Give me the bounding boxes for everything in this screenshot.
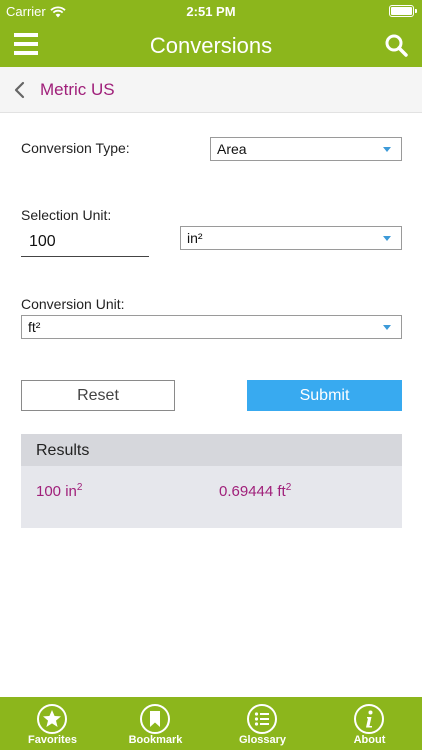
reset-button[interactable]: Reset	[21, 380, 175, 411]
selection-unit-value: in²	[187, 230, 203, 246]
result-input-exponent: 2	[76, 482, 83, 493]
result-input-text: 100 in	[36, 483, 77, 500]
chevron-down-icon	[383, 325, 391, 330]
tab-bookmark-label: Bookmark	[128, 734, 183, 746]
results-header: Results	[21, 434, 402, 466]
selection-value-input[interactable]	[21, 228, 149, 257]
search-icon[interactable]	[384, 33, 408, 57]
results-panel: Results 100 in2 0.69444 ft2	[21, 434, 402, 528]
battery-icon	[389, 5, 417, 17]
result-input-value: 100 in2	[36, 482, 82, 500]
star-icon	[37, 704, 67, 734]
submit-button[interactable]: Submit	[247, 380, 402, 411]
selection-unit-label: Selection Unit:	[21, 207, 112, 223]
conversion-type-value: Area	[217, 141, 247, 157]
tab-favorites-label: Favorites	[28, 734, 77, 746]
tab-bookmark[interactable]: Bookmark	[103, 697, 208, 750]
bookmark-icon	[140, 704, 170, 734]
tab-about-label: About	[353, 734, 386, 746]
conversion-type-select[interactable]: Area	[210, 137, 402, 161]
conversion-type-label: Conversion Type:	[21, 140, 130, 156]
app-header: Conversions	[0, 22, 422, 67]
result-output-text: 0.69444 ft	[219, 483, 286, 500]
tab-glossary[interactable]: Glossary	[210, 697, 315, 750]
conversion-unit-select[interactable]: ft²	[21, 315, 402, 339]
tab-glossary-label: Glossary	[238, 734, 287, 746]
info-icon	[354, 704, 384, 734]
section-title: Metric US	[40, 80, 115, 99]
breadcrumb: Metric US	[0, 67, 422, 113]
chevron-left-icon[interactable]	[13, 81, 25, 99]
chevron-down-icon	[383, 236, 391, 241]
page-title: Conversions	[149, 33, 273, 58]
result-output-exponent: 2	[285, 482, 292, 493]
conversion-unit-value: ft²	[28, 319, 41, 335]
status-bar: Carrier 2:51 PM	[0, 0, 422, 22]
chevron-down-icon	[383, 147, 391, 152]
tab-bar: Favorites Bookmark Glossary About	[0, 697, 422, 750]
tab-favorites[interactable]: Favorites	[0, 697, 105, 750]
list-icon	[247, 704, 277, 734]
status-time: 2:51 PM	[186, 4, 236, 19]
conversion-unit-label: Conversion Unit:	[21, 296, 125, 312]
result-output-value: 0.69444 ft2	[219, 482, 291, 500]
tab-about[interactable]: About	[317, 697, 422, 750]
selection-unit-select[interactable]: in²	[180, 226, 402, 250]
